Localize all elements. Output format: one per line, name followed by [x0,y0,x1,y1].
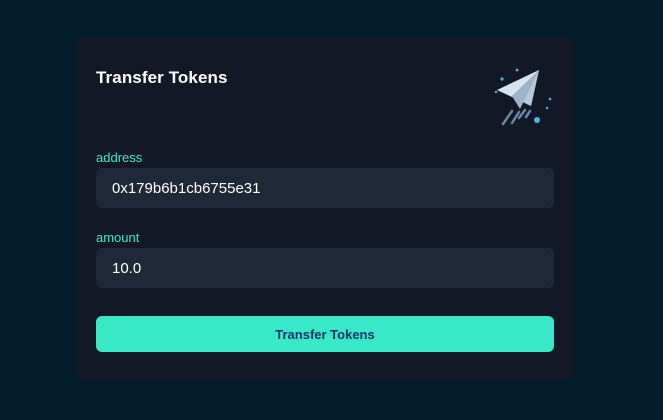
card-title: Transfer Tokens [96,68,228,87]
amount-label: amount [96,230,140,245]
address-input[interactable] [96,168,554,208]
paper-plane-icon [494,68,552,126]
amount-input[interactable] [96,248,554,288]
transfer-tokens-button[interactable]: Transfer Tokens [96,316,554,352]
address-label: address [96,150,143,165]
transfer-card: Transfer Tokens address amount Transfer … [77,37,574,380]
